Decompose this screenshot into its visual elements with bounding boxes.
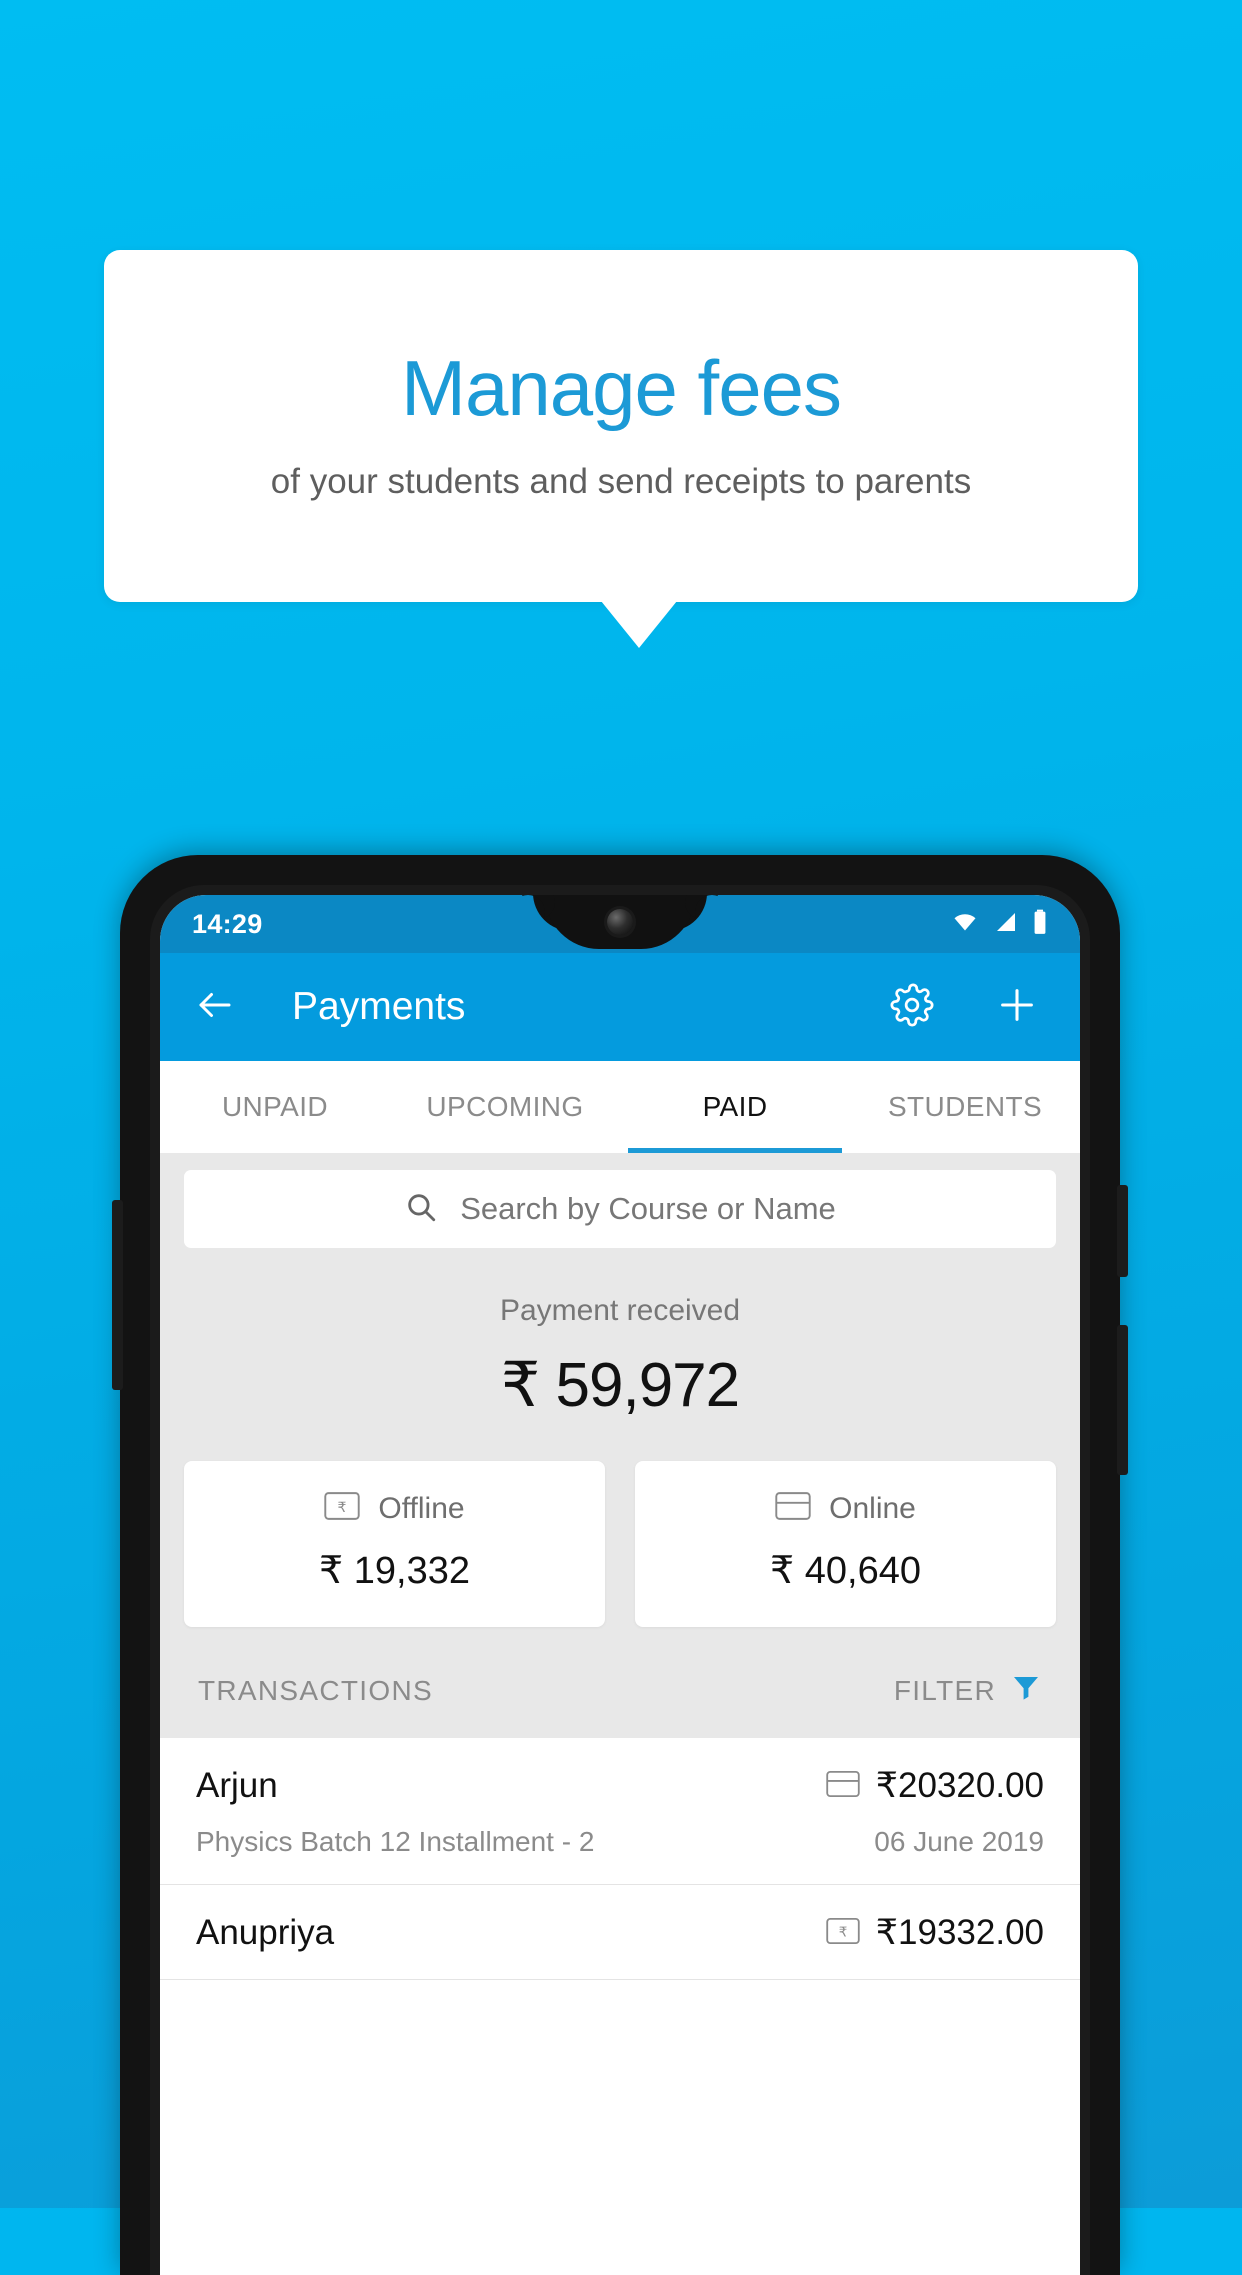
battery-icon: [1032, 909, 1048, 940]
status-bar: 14:29: [160, 895, 1080, 953]
transaction-name: Anupriya: [196, 1913, 335, 1952]
payment-received-amount: ₹ 59,972: [500, 1351, 740, 1420]
phone-screen: 14:29 Payments UNPAID UPCOMING PAID STUD…: [160, 895, 1080, 2275]
method-cards: ₹ Offline ₹ 19,332 Online ₹ 40,640: [160, 1421, 1080, 1627]
transactions-header: TRANSACTIONS FILTER: [160, 1627, 1080, 1738]
search-input[interactable]: Search by Course or Name: [184, 1170, 1056, 1248]
svg-text:₹: ₹: [839, 1924, 848, 1939]
phone-side-button: [112, 1200, 123, 1390]
app-bar: Payments: [160, 953, 1080, 1061]
online-card[interactable]: Online ₹ 40,640: [635, 1461, 1056, 1627]
transaction-name: Arjun: [196, 1766, 278, 1805]
transaction-date: 06 June 2019: [874, 1826, 1044, 1857]
online-amount: ₹ 40,640: [770, 1550, 921, 1592]
transaction-amount: ₹20320.00: [875, 1766, 1044, 1805]
tab-paid[interactable]: PAID: [620, 1061, 850, 1153]
credit-card-icon: [775, 1491, 811, 1526]
transactions-list: Arjun ₹20320.00 Physics Batch 12 Install…: [160, 1738, 1080, 1980]
payment-received-label: Payment received: [499, 1294, 741, 1327]
promo-title: Manage fees: [401, 344, 842, 432]
search-icon: [404, 1190, 438, 1229]
transaction-row-top: Arjun ₹20320.00: [196, 1766, 1044, 1806]
rupee-note-icon: ₹: [324, 1491, 361, 1526]
page-title: Payments: [292, 985, 466, 1028]
transaction-description: Physics Batch 12 Installment - 2: [196, 1826, 595, 1857]
transaction-row-top: Anupriya ₹ ₹19332.00: [196, 1913, 1044, 1953]
transactions-title: TRANSACTIONS: [198, 1674, 433, 1706]
table-row[interactable]: Arjun ₹20320.00 Physics Batch 12 Install…: [160, 1738, 1080, 1885]
funnel-icon: [1010, 1671, 1042, 1710]
gear-icon[interactable]: [890, 982, 934, 1032]
promo-card-tail: [601, 601, 677, 648]
search-container: Search by Course or Name: [160, 1154, 1080, 1248]
plus-icon[interactable]: [994, 982, 1040, 1033]
transaction-amount: ₹19332.00: [875, 1913, 1044, 1952]
signal-icon: [993, 910, 1019, 939]
online-label: Online: [829, 1491, 916, 1525]
offline-card-head: ₹ Offline: [184, 1491, 605, 1526]
filter-label: FILTER: [893, 1674, 996, 1706]
table-row[interactable]: Anupriya ₹ ₹19332.00: [160, 1885, 1080, 1980]
phone-bezel: 14:29 Payments UNPAID UPCOMING PAID STUD…: [150, 885, 1090, 2275]
transaction-amount-group: ₹20320.00: [826, 1766, 1044, 1806]
payment-summary: Payment received ₹ 59,972: [160, 1248, 1080, 1421]
tab-upcoming[interactable]: UPCOMING: [390, 1061, 620, 1153]
online-card-head: Online: [635, 1491, 1056, 1526]
tab-students[interactable]: STUDENTS: [850, 1061, 1080, 1153]
transaction-amount-group: ₹ ₹19332.00: [826, 1913, 1044, 1953]
arrow-left-icon[interactable]: [194, 984, 236, 1031]
phone-volume-button: [1117, 1325, 1128, 1475]
promo-card: Manage fees of your students and send re…: [104, 250, 1138, 602]
offline-label: Offline: [378, 1491, 465, 1525]
status-time: 14:29: [192, 908, 263, 939]
offline-amount: ₹ 19,332: [319, 1550, 470, 1592]
filter-button[interactable]: FILTER: [894, 1671, 1042, 1710]
phone-notch: [545, 895, 695, 949]
front-camera-icon: [607, 909, 633, 935]
rupee-note-icon: ₹: [826, 1917, 860, 1950]
tab-unpaid[interactable]: UNPAID: [160, 1061, 390, 1153]
offline-card[interactable]: ₹ Offline ₹ 19,332: [184, 1461, 605, 1627]
phone-power-button: [1117, 1185, 1128, 1277]
search-placeholder: Search by Course or Name: [460, 1191, 836, 1226]
svg-text:₹: ₹: [338, 1499, 347, 1515]
wifi-icon: [950, 910, 980, 939]
credit-card-icon: [826, 1770, 860, 1803]
phone-mockup: 14:29 Payments UNPAID UPCOMING PAID STUD…: [112, 855, 1128, 2275]
tab-bar: UNPAID UPCOMING PAID STUDENTS: [160, 1061, 1080, 1154]
paid-tab-content: Search by Course or Name Payment receive…: [160, 1154, 1080, 1980]
transaction-row-bottom: Physics Batch 12 Installment - 2 06 June…: [196, 1826, 1044, 1858]
status-icons: [950, 909, 1048, 940]
promo-subtitle: of your students and send receipts to pa…: [270, 462, 972, 501]
